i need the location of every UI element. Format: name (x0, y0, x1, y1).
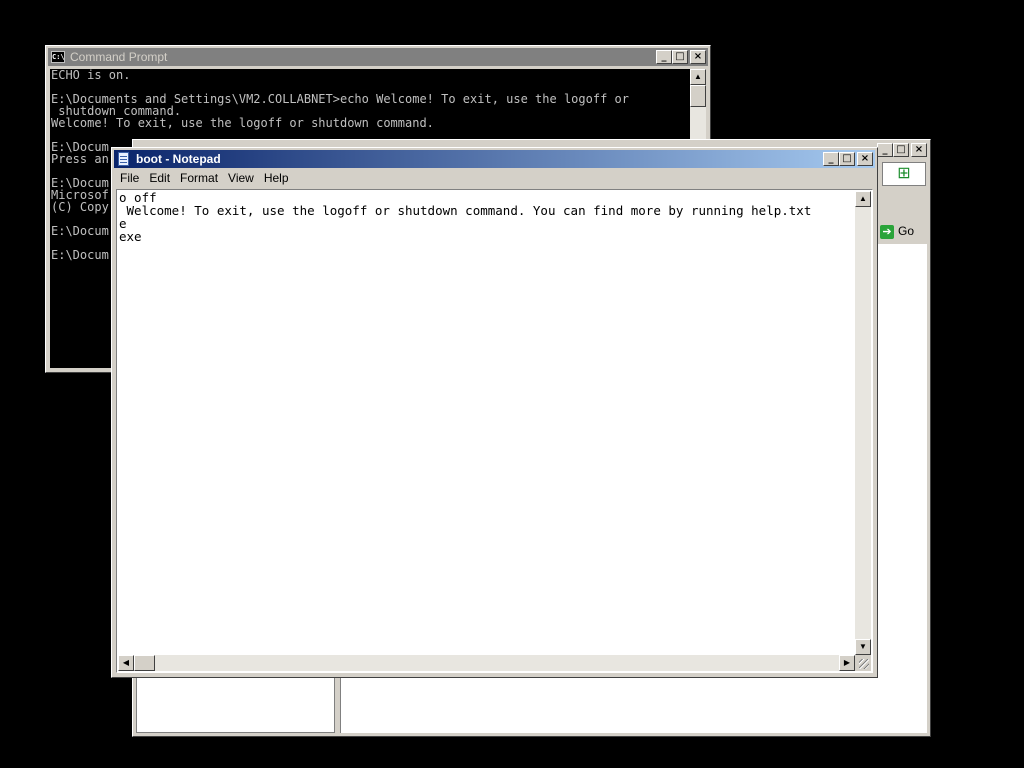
go-arrow-icon: ➔ (880, 224, 894, 239)
menu-bar: File Edit Format View Help (114, 169, 875, 187)
resize-grip[interactable] (855, 655, 871, 671)
cmd-app-icon[interactable]: C:\ (51, 51, 65, 63)
text-line: e (119, 216, 127, 231)
scroll-up-button[interactable]: ▲ (855, 191, 871, 207)
close-button[interactable]: × (911, 143, 927, 157)
go-button[interactable]: ➔ Go (880, 220, 924, 242)
close-button[interactable]: × (857, 152, 873, 166)
console-line: Welcome! To exit, use the logoff or shut… (51, 116, 434, 130)
menu-format[interactable]: Format (175, 169, 223, 187)
minimize-button[interactable]: _ (823, 152, 839, 166)
left-pane (136, 677, 335, 733)
maximize-button[interactable]: □ (672, 50, 688, 64)
text-line: Welcome! To exit, use the logoff or shut… (119, 203, 812, 218)
close-button[interactable]: × (690, 50, 706, 64)
horizontal-scroll-thumb[interactable] (134, 655, 155, 671)
minimize-button[interactable]: _ (656, 50, 672, 64)
scroll-down-button[interactable]: ▼ (855, 639, 871, 655)
maximize-button[interactable]: □ (893, 143, 909, 157)
cmd-titlebar[interactable]: C:\ Command Prompt _ □ × (48, 48, 708, 66)
menu-edit[interactable]: Edit (144, 169, 175, 187)
menu-file[interactable]: File (114, 169, 144, 187)
content-area (878, 244, 927, 684)
notepad-text[interactable]: o off Welcome! To exit, use the logoff o… (119, 191, 852, 654)
right-pane (340, 677, 927, 733)
minimize-button[interactable]: _ (877, 143, 893, 157)
notepad-title: boot - Notepad (136, 152, 221, 166)
menu-help[interactable]: Help (259, 169, 294, 187)
notepad-editor[interactable]: o off Welcome! To exit, use the logoff o… (116, 189, 873, 673)
notepad-titlebar[interactable]: boot - Notepad _ □ × (114, 150, 875, 168)
scroll-up-button[interactable]: ▲ (690, 69, 706, 85)
scroll-thumb[interactable] (690, 85, 706, 107)
text-line: exe (119, 229, 142, 244)
scroll-right-button[interactable]: ▶ (839, 655, 855, 671)
notepad-window[interactable]: boot - Notepad _ □ × File Edit Format View H… (111, 147, 878, 678)
go-label: Go (898, 224, 915, 238)
maximize-button[interactable]: □ (839, 152, 855, 166)
menu-view[interactable]: View (223, 169, 259, 187)
horizontal-scrollbar[interactable]: ◀ ▶ (118, 655, 855, 671)
notepad-icon[interactable] (118, 152, 129, 166)
scroll-left-button[interactable]: ◀ (118, 655, 134, 671)
cmd-title: Command Prompt (70, 50, 168, 64)
vertical-scrollbar[interactable]: ▲ ▼ (855, 191, 871, 655)
console-line: ECHO is on. (51, 69, 131, 82)
windows-flag-icon: ⊞ (882, 162, 926, 186)
